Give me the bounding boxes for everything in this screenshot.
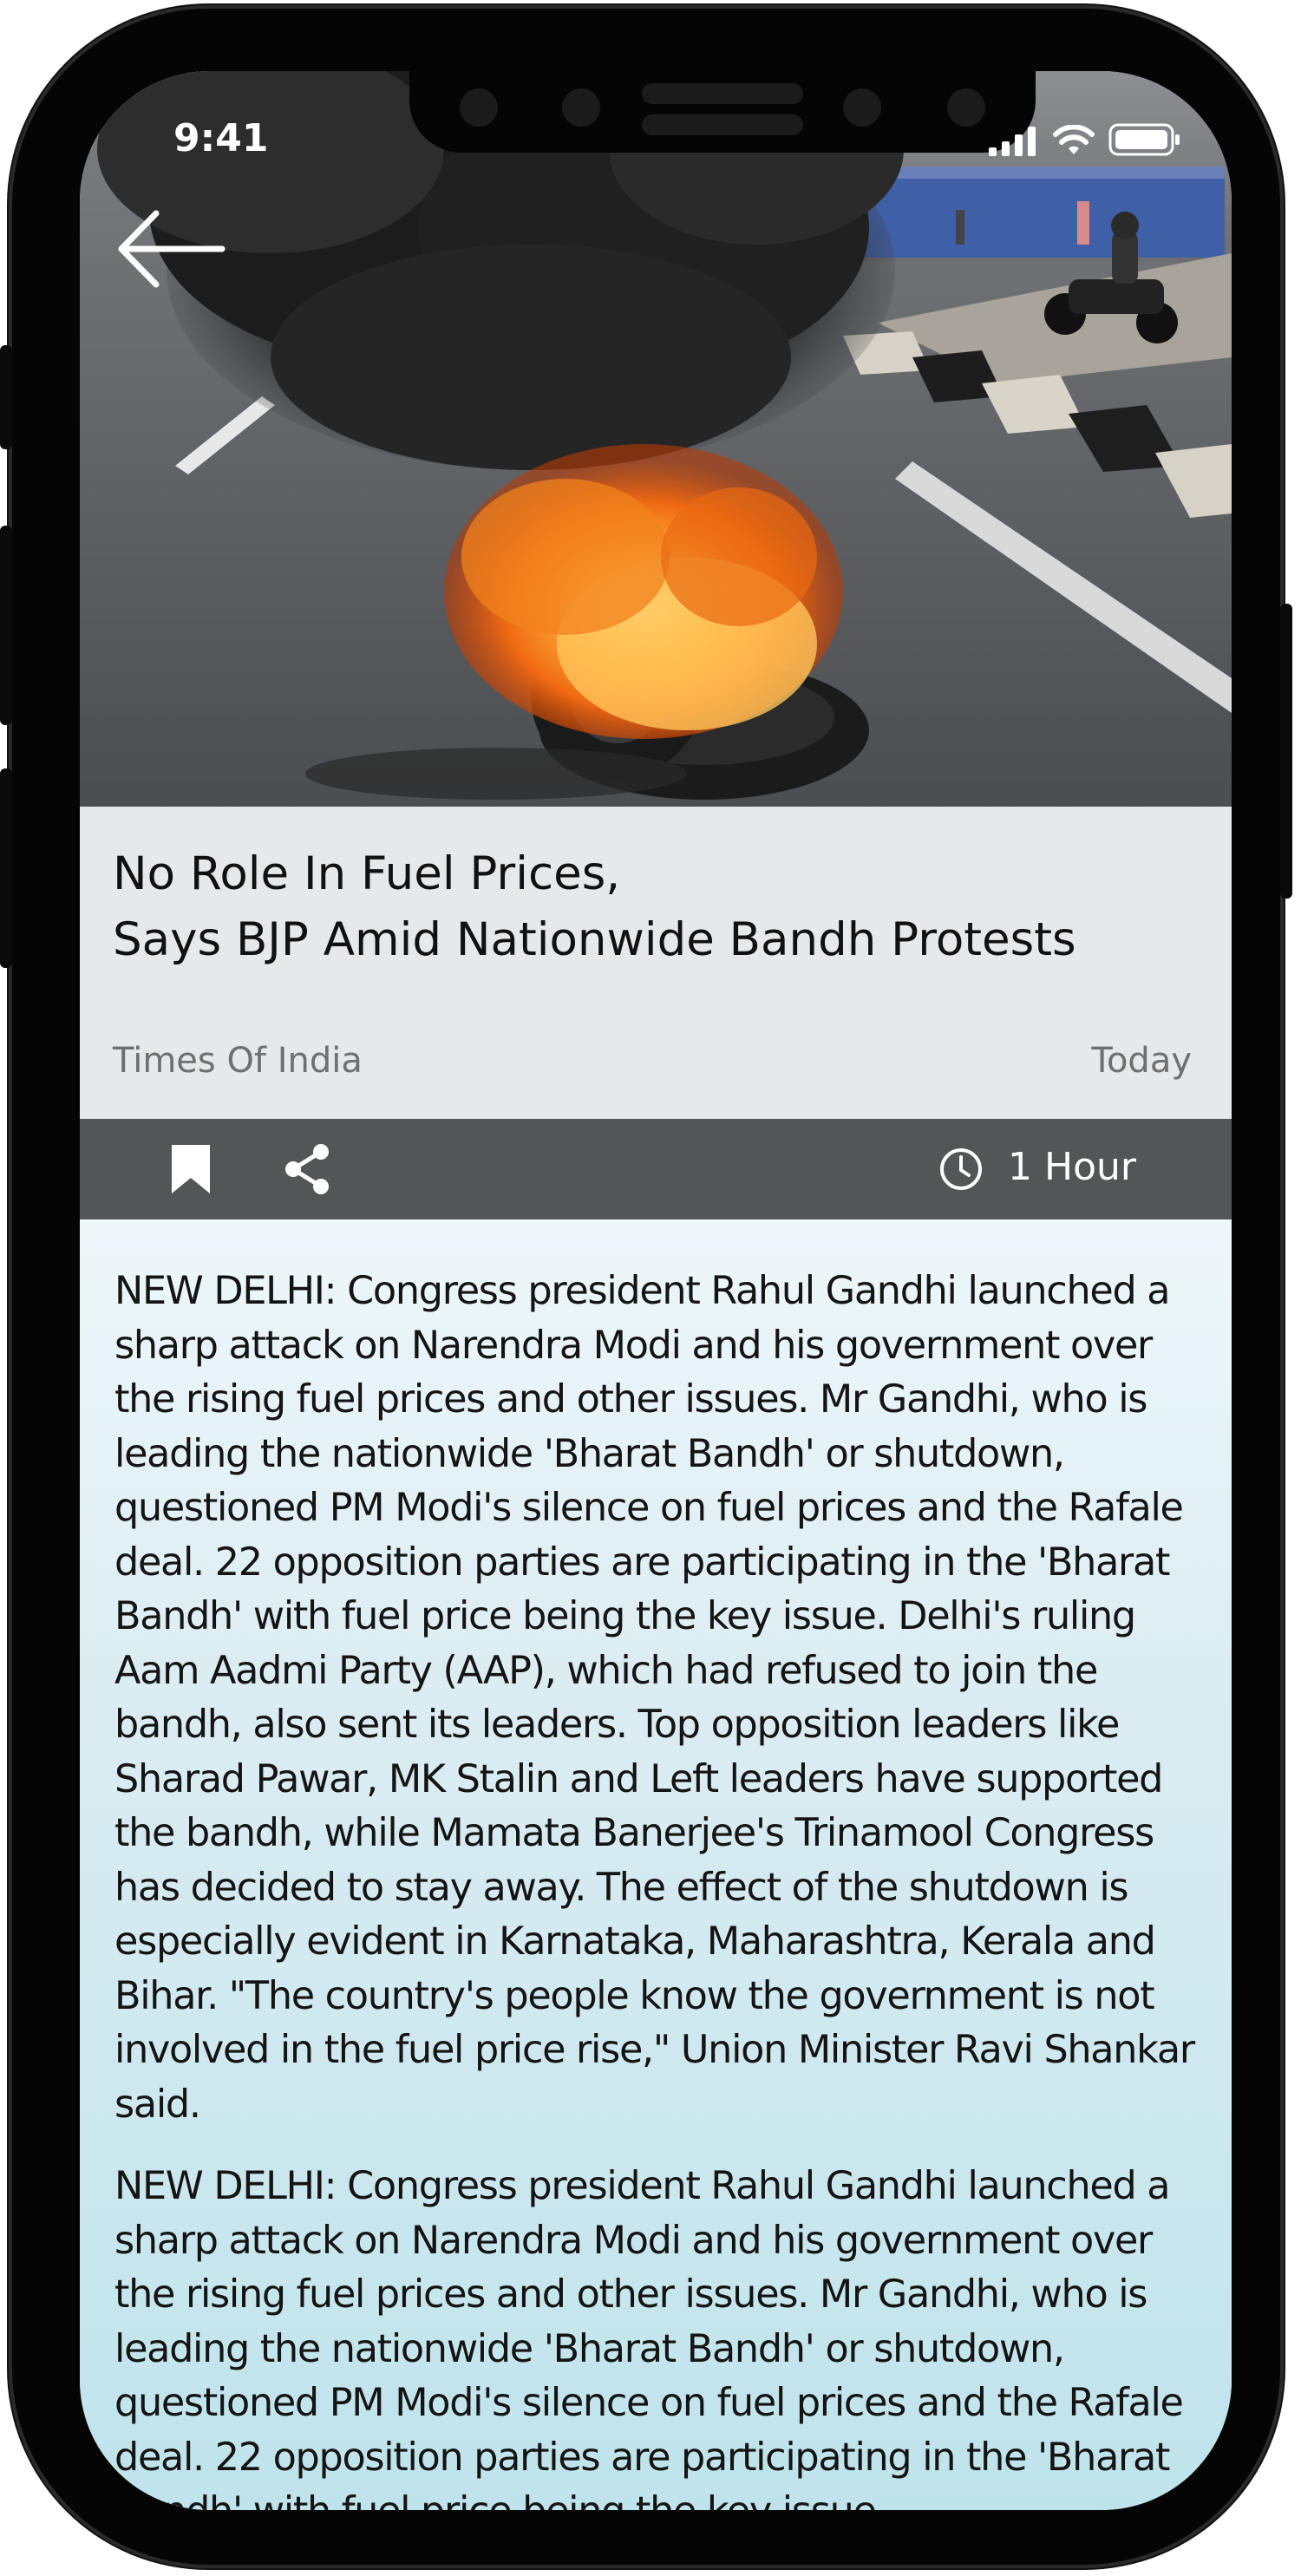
article-date: Today [1091, 1041, 1192, 1081]
status-icons [989, 121, 1181, 156]
bookmark-icon[interactable] [167, 1143, 215, 1195]
arrow-left-icon[interactable] [111, 201, 232, 297]
cellular-signal-icon [989, 127, 1036, 156]
battery-icon [1108, 123, 1180, 156]
side-button-volume-up [0, 526, 12, 725]
article-paragraph: NEW DELHI: Congress president Rahul Gand… [114, 1269, 1195, 2127]
wifi-icon [1053, 125, 1095, 154]
hero-image [80, 71, 1232, 807]
headline-line-1: No Role In Fuel Prices, [113, 847, 621, 900]
status-time: 9:41 [173, 116, 269, 160]
phone-screen: 9:41 No Role In Fuel Prices, Says BJP Am… [80, 71, 1232, 2510]
headline-section: No Role In Fuel Prices, Says BJP Amid Na… [80, 807, 1232, 1119]
side-button-power [1280, 604, 1292, 899]
hero-photo [80, 71, 1232, 807]
article-headline: No Role In Fuel Prices, Says BJP Amid Na… [113, 841, 1206, 973]
status-bar: 9:41 [80, 71, 1232, 175]
article-body[interactable]: NEW DELHI: Congress president Rahul Gand… [80, 1219, 1232, 2510]
side-button-volume-down [0, 768, 12, 968]
article-paragraph: NEW DELHI: Congress president Rahul Gand… [114, 2164, 1184, 2510]
action-bar: 1 Hour [80, 1119, 1232, 1219]
headline-line-2: Says BJP Amid Nationwide Bandh Protests [113, 913, 1076, 966]
share-icon[interactable] [281, 1143, 333, 1195]
side-button-silent [0, 345, 12, 449]
read-time: 1 Hour [1008, 1145, 1136, 1189]
phone-frame: 9:41 No Role In Fuel Prices, Says BJP Am… [0, 5, 1292, 2568]
clock-icon [940, 1148, 982, 1190]
article-source: Times Of India [113, 1041, 363, 1081]
